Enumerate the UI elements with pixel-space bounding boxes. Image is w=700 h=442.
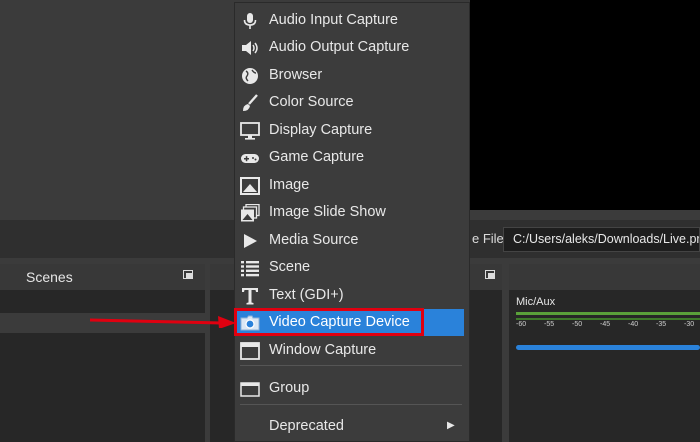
- window-icon: [240, 342, 260, 360]
- menu-item-label: Game Capture: [269, 149, 365, 165]
- menu-item-label: Image Slide Show: [269, 204, 386, 220]
- speaker-icon: [240, 39, 260, 57]
- menu-item-browser[interactable]: Browser: [235, 62, 469, 89]
- menu-item-label: Display Capture: [269, 122, 373, 138]
- meter-tick-label: -40: [628, 321, 639, 328]
- meter-scale: -60 -55 -50 -45 -40 -35 -30: [516, 321, 700, 333]
- file-label: e File: [472, 231, 504, 246]
- image-icon: [240, 177, 260, 195]
- menu-item-display-capture[interactable]: Display Capture: [235, 117, 469, 144]
- menu-item-label: Window Capture: [269, 342, 377, 358]
- menu-item-group[interactable]: Group: [235, 375, 469, 402]
- menu-item-audio-input-capture[interactable]: Audio Input Capture: [235, 7, 469, 34]
- microphone-icon: [240, 12, 260, 30]
- play-icon: [240, 232, 260, 250]
- gamepad-icon: [240, 149, 260, 167]
- mixer-channel-label: Mic/Aux: [516, 296, 556, 308]
- menu-item-image[interactable]: Image: [235, 172, 469, 199]
- menu-item-label: Group: [269, 380, 310, 396]
- brush-icon: [240, 94, 260, 112]
- globe-icon: [240, 67, 260, 85]
- menu-item-text-gdi[interactable]: Text (GDI+): [235, 282, 469, 309]
- undock-icon[interactable]: [183, 270, 193, 279]
- meter-tick-label: -50: [572, 321, 583, 328]
- menu-item-label: Audio Output Capture: [269, 39, 410, 55]
- menu-item-label: Media Source: [269, 232, 359, 248]
- volume-meter: [516, 312, 700, 315]
- meter-tick-label: -30: [684, 321, 695, 328]
- undock-icon[interactable]: [485, 270, 495, 279]
- folder-icon: [240, 380, 260, 398]
- menu-item-media-source[interactable]: Media Source: [235, 227, 469, 254]
- menu-item-image-slide-show[interactable]: Image Slide Show: [235, 199, 469, 226]
- scenes-dock-title: Scenes: [0, 264, 205, 290]
- scenes-dock: [0, 264, 205, 442]
- menu-item-color-source[interactable]: Color Source: [235, 89, 469, 116]
- file-path-field[interactable]: C:/Users/aleks/Downloads/Live.pr: [503, 227, 700, 252]
- menu-item-label: Audio Input Capture: [269, 12, 398, 28]
- menu-item-label: Color Source: [269, 94, 354, 110]
- meter-tick-label: -45: [600, 321, 611, 328]
- meter-tick-label: -55: [544, 321, 555, 328]
- slideshow-icon: [240, 203, 260, 222]
- menu-item-label: Scene: [269, 259, 311, 275]
- highlight-annotation: [234, 308, 424, 336]
- submenu-arrow-icon: ▶: [447, 420, 455, 431]
- volume-meter-secondary: [516, 318, 700, 320]
- menu-item-label: Deprecated: [269, 418, 344, 434]
- menu-separator: [240, 365, 462, 366]
- menu-item-label: Text (GDI+): [269, 287, 344, 303]
- menu-item-window-capture[interactable]: Window Capture: [235, 337, 469, 364]
- meter-tick-label: -60: [516, 321, 527, 328]
- list-icon: [240, 259, 260, 277]
- menu-item-scene[interactable]: Scene: [235, 254, 469, 281]
- monitor-icon: [240, 122, 260, 140]
- menu-separator: [240, 404, 462, 405]
- audio-mixer-dock: [509, 264, 700, 442]
- red-arrow-annotation: [90, 316, 236, 328]
- volume-slider[interactable]: [516, 345, 700, 350]
- audio-mixer-dock-title: [509, 264, 700, 290]
- menu-item-game-capture[interactable]: Game Capture: [235, 144, 469, 171]
- menu-item-deprecated[interactable]: Deprecated: [235, 413, 469, 440]
- meter-tick-label: -35: [656, 321, 667, 328]
- preview-canvas: [470, 0, 700, 210]
- menu-item-audio-output-capture[interactable]: Audio Output Capture: [235, 34, 469, 61]
- menu-item-label: Browser: [269, 67, 323, 83]
- menu-item-label: Image: [269, 177, 310, 193]
- text-icon: [240, 287, 260, 305]
